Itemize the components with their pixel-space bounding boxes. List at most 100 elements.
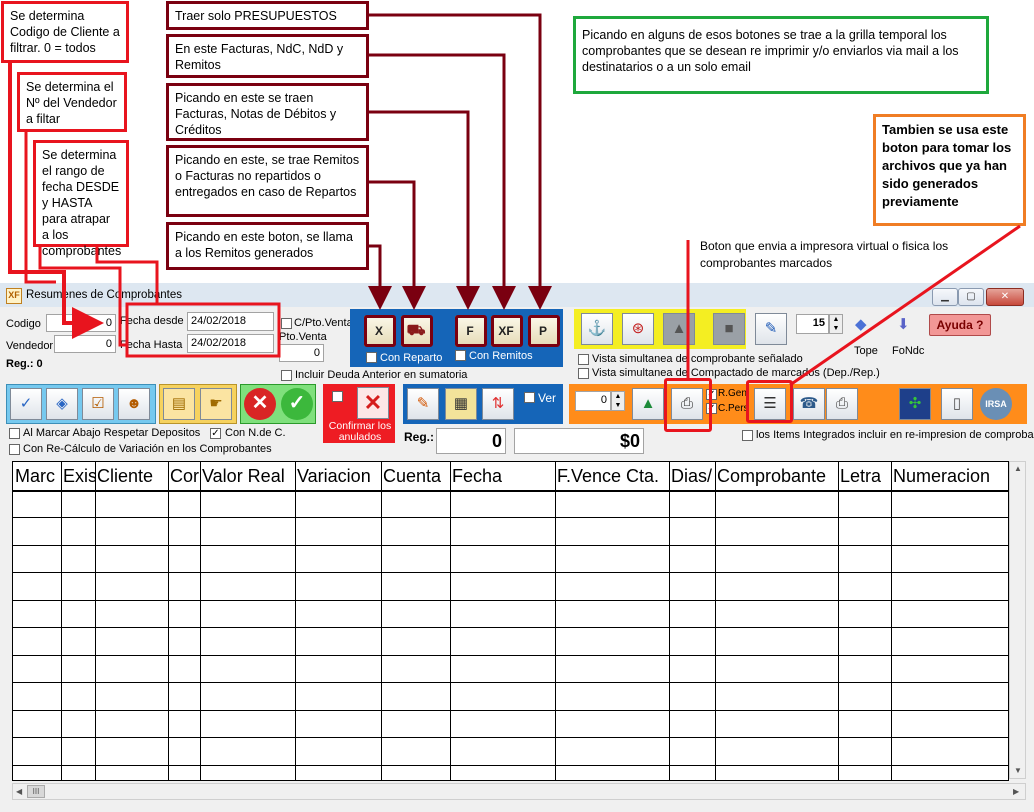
hscroll-thumb[interactable]: III — [27, 785, 45, 798]
codigo-field[interactable]: 0 — [46, 314, 116, 332]
ordenar-button[interactable]: ⇅ — [482, 388, 514, 420]
scroll-up-icon[interactable]: ▲ — [1014, 464, 1022, 473]
grid-column-divider — [200, 462, 201, 780]
map-icon: ▲ — [671, 320, 687, 337]
accept-button[interactable]: ✓ — [281, 388, 313, 420]
scroll-left-icon[interactable]: ◀ — [16, 787, 22, 796]
rgen-label: R.Gen — [718, 388, 747, 399]
vendedor-field[interactable]: 0 — [54, 335, 116, 353]
fondc-label: FoNdc — [892, 345, 925, 357]
scroll-right-icon[interactable]: ▶ — [1013, 787, 1019, 796]
col-marc[interactable]: Marc — [13, 462, 61, 490]
grid-column-divider — [838, 462, 839, 780]
anchor-icon: ⚓ — [587, 320, 607, 337]
comprobantes-grid[interactable]: Marc Exis Cliente Cor Valor Real Variaci… — [12, 461, 1009, 781]
sort-arrows-icon: ⇅ — [491, 395, 505, 412]
con-ndec-label: Con N.de C. — [225, 427, 286, 439]
copies-spinner-arrows[interactable]: ▲ ▼ — [829, 314, 843, 334]
grid-horizontal-scrollbar[interactable]: ◀ III ▶ — [12, 783, 1026, 800]
col-comprobante[interactable]: Comprobante — [715, 462, 838, 490]
anulados-checkbox[interactable] — [332, 391, 343, 402]
irsa-button[interactable]: IRSA — [980, 388, 1012, 420]
note-impresora: Boton que envia a impresora virtual o fi… — [700, 239, 949, 270]
vista2-checkbox[interactable] — [578, 368, 589, 379]
map-button[interactable]: ▲ — [663, 313, 695, 345]
anchor-button[interactable]: ⚓ — [581, 313, 613, 345]
edit-icon: ✎ — [764, 320, 778, 337]
vendedor-label: Vendedor — [6, 340, 54, 352]
col-variacion[interactable]: Variacion — [295, 462, 381, 490]
col-numeracion[interactable]: Numeracion — [891, 462, 1008, 490]
cpto-checkbox[interactable] — [281, 318, 292, 329]
folder-button[interactable]: ▤ — [163, 388, 195, 420]
vista2-label: Vista simultanea de Compactado de marcad… — [592, 367, 880, 379]
edit-button[interactable]: ✎ — [755, 313, 787, 345]
col-exis[interactable]: Exis — [61, 462, 95, 490]
map2-button[interactable]: ■ — [713, 313, 745, 345]
alfa-button[interactable]: ▲ — [632, 388, 664, 420]
col-letra[interactable]: Letra — [838, 462, 891, 490]
impresora-fisica-button[interactable]: ⎙ — [826, 388, 858, 420]
con-remitos-label: Con Remitos — [469, 350, 533, 362]
lifebuoy-button[interactable]: ⊛ — [622, 313, 654, 345]
lifebuoy-icon: ⊛ — [631, 320, 645, 337]
col-fecha[interactable]: Fecha — [450, 462, 555, 490]
con-reparto-checkbox[interactable] — [366, 352, 377, 363]
ver-checkbox[interactable] — [524, 392, 535, 403]
grid-row-divider — [13, 572, 1008, 573]
pda-button[interactable]: ▯ — [941, 388, 973, 420]
spin2-field[interactable]: 0 — [575, 391, 611, 411]
pda-icon: ▯ — [952, 395, 962, 412]
fecha-desde-field[interactable]: 24/02/2018 — [187, 312, 274, 331]
note-facturas: En este Facturas, NdC, NdD y Remitos — [166, 34, 369, 78]
fondc-icon[interactable]: ⬇ — [897, 315, 917, 333]
grid-vertical-scrollbar[interactable]: ▲ ▼ — [1009, 461, 1026, 779]
minimize-button[interactable]: ▁ — [932, 288, 958, 306]
spin2-arrows[interactable]: ▲ ▼ — [611, 391, 625, 411]
marcar-todos-button[interactable]: ✓ — [10, 388, 42, 420]
col-cor[interactable]: Cor — [168, 462, 200, 490]
maximize-button[interactable]: ▢ — [958, 288, 984, 306]
editar-doc-button[interactable]: ✎ — [407, 388, 439, 420]
anular-button[interactable]: ✕ — [357, 387, 389, 419]
col-valor-real[interactable]: Valor Real — [200, 462, 295, 490]
con-ndec-checkbox[interactable]: ✓ — [210, 428, 221, 439]
col-dias[interactable]: Dias/ — [669, 462, 715, 490]
tope-icon[interactable]: ◆ — [855, 315, 875, 333]
col-fvence[interactable]: F.Vence Cta. — [555, 462, 669, 490]
pyramid-icon: ▲ — [640, 395, 656, 412]
con-remitos-checkbox[interactable] — [455, 350, 466, 361]
marcar-persona2-button[interactable]: ☻ — [118, 388, 150, 420]
grupos-button[interactable]: ✣ — [899, 388, 931, 420]
grid-column-divider — [61, 462, 62, 780]
recalculo-checkbox[interactable] — [9, 444, 20, 455]
scroll-down-icon[interactable]: ▼ — [1014, 766, 1022, 775]
calculator-icon: ▦ — [453, 395, 469, 412]
vista1-checkbox[interactable] — [578, 354, 589, 365]
cpto-label: C/Pto.Venta — [294, 317, 353, 329]
marcar-persona-button[interactable]: ☑ — [82, 388, 114, 420]
calculadora-button[interactable]: ▦ — [445, 388, 477, 420]
grid-header: Marc Exis Cliente Cor Valor Real Variaci… — [13, 462, 1008, 492]
fecha-hasta-field[interactable]: 24/02/2018 — [187, 334, 274, 353]
person-check-icon: ☑ — [91, 395, 105, 412]
fax-button[interactable]: ☎ — [793, 388, 825, 420]
desmarcar-button[interactable]: ◈ — [46, 388, 78, 420]
deuda-checkbox[interactable] — [281, 370, 292, 381]
cpers-label: C.Pers — [718, 403, 749, 414]
note-presupuestos: Traer solo PRESUPUESTOS — [166, 1, 369, 30]
al-marcar-checkbox[interactable] — [9, 428, 20, 439]
ayuda-button[interactable]: Ayuda ? — [929, 314, 991, 336]
pto-field[interactable]: 0 — [279, 344, 324, 362]
reg2-label: Reg.: — [404, 430, 434, 444]
note-archivos: Tambien se usa este boton para tomar los… — [873, 114, 1026, 226]
col-cuenta[interactable]: Cuenta — [381, 462, 450, 490]
grid-row-divider — [13, 682, 1008, 683]
copies-spinner[interactable]: 15 — [796, 314, 829, 334]
close-button[interactable]: ✕ — [986, 288, 1024, 306]
cancel-button[interactable]: ✕ — [244, 388, 276, 420]
col-cliente[interactable]: Cliente — [95, 462, 168, 490]
items-checkbox[interactable] — [742, 430, 753, 441]
grid-column-divider — [381, 462, 382, 780]
hand-folder-button[interactable]: ☛ — [200, 388, 232, 420]
